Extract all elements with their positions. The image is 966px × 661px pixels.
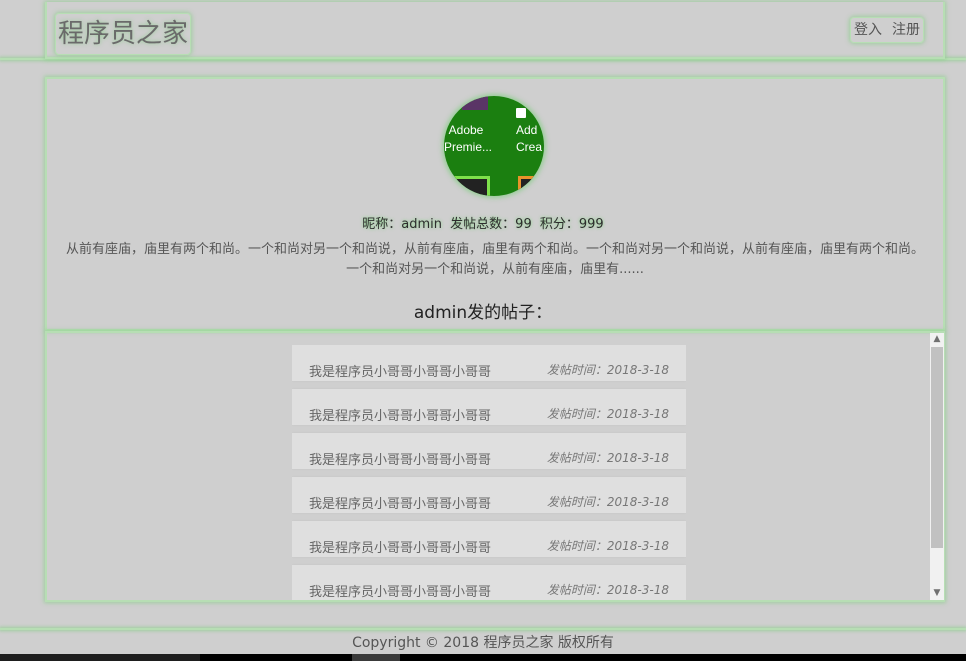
desktop-tile-icon xyxy=(518,176,544,196)
post-time: 发帖时间：2018-3-18 xyxy=(546,583,669,597)
post-time: 发帖时间：2018-3-18 xyxy=(546,495,669,509)
avatar: Adobe Premie... Add Crea xyxy=(444,96,544,196)
shortcut-arrow-icon xyxy=(516,108,526,118)
site-brand-link[interactable]: 程序员之家 xyxy=(55,13,192,55)
taskbar-segment xyxy=(352,654,400,661)
nickname: 昵称：admin xyxy=(362,217,443,232)
auth-links: 登入 注册 xyxy=(850,17,924,43)
user-stats: 昵称：admin 发帖总数：99 积分：999 xyxy=(0,213,966,232)
post-title[interactable]: 我是程序员小哥哥小哥哥小哥哥 xyxy=(309,581,491,600)
avatar-icon-label-1: Adobe Premie... xyxy=(444,123,493,154)
scroll-down-arrow-icon[interactable]: ▼ xyxy=(930,587,944,600)
post-count: 发帖总数：99 xyxy=(450,217,532,232)
post-time: 发帖时间：2018-3-18 xyxy=(546,363,669,377)
post-title[interactable]: 我是程序员小哥哥小哥哥小哥哥 xyxy=(309,361,491,380)
post-item[interactable]: 我是程序员小哥哥小哥哥小哥哥 发帖时间：2018-3-18 xyxy=(292,433,686,469)
post-item[interactable]: 我是程序员小哥哥小哥哥小哥哥 发帖时间：2018-3-18 xyxy=(292,521,686,557)
post-list: 我是程序员小哥哥小哥哥小哥哥 发帖时间：2018-3-18 我是程序员小哥哥小哥… xyxy=(292,345,686,600)
user-bio: 从前有座庙，庙里有两个和尚。一个和尚对另一个和尚说，从前有座庙，庙里有两个和尚。… xyxy=(65,242,924,277)
desktop-tile-icon xyxy=(454,176,490,196)
post-time: 发帖时间：2018-3-18 xyxy=(546,407,669,421)
os-taskbar-strip xyxy=(0,654,966,661)
post-time: 发帖时间：2018-3-18 xyxy=(546,539,669,553)
scrollbar-thumb[interactable] xyxy=(931,347,943,548)
copyright-text: Copyright © 2018 程序员之家 版权所有 xyxy=(352,635,614,651)
footer-top-rule xyxy=(0,628,966,630)
desktop-tile-icon xyxy=(462,96,488,110)
post-item[interactable]: 我是程序员小哥哥小哥哥小哥哥 发帖时间：2018-3-18 xyxy=(292,477,686,513)
post-item[interactable]: 我是程序员小哥哥小哥哥小哥哥 发帖时间：2018-3-18 xyxy=(292,389,686,425)
post-title[interactable]: 我是程序员小哥哥小哥哥小哥哥 xyxy=(309,493,491,512)
taskbar-segment xyxy=(0,654,200,661)
post-title[interactable]: 我是程序员小哥哥小哥哥小哥哥 xyxy=(309,537,491,556)
post-time: 发帖时间：2018-3-18 xyxy=(546,451,669,465)
post-title[interactable]: 我是程序员小哥哥小哥哥小哥哥 xyxy=(309,449,491,468)
posts-heading: admin发的帖子： xyxy=(413,303,553,323)
posts-scrollbar[interactable]: ▲ ▼ xyxy=(930,333,944,600)
post-item[interactable]: 我是程序员小哥哥小哥哥小哥哥 发帖时间：2018-3-18 xyxy=(292,345,686,381)
login-link[interactable]: 登入 xyxy=(854,22,882,38)
points: 积分：999 xyxy=(539,217,604,232)
post-title[interactable]: 我是程序员小哥哥小哥哥小哥哥 xyxy=(309,405,491,424)
avatar-icon-label-2: Add Crea xyxy=(516,123,543,154)
register-link[interactable]: 注册 xyxy=(892,22,920,38)
scroll-up-arrow-icon[interactable]: ▲ xyxy=(930,333,944,346)
post-item[interactable]: 我是程序员小哥哥小哥哥小哥哥 发帖时间：2018-3-18 xyxy=(292,565,686,600)
